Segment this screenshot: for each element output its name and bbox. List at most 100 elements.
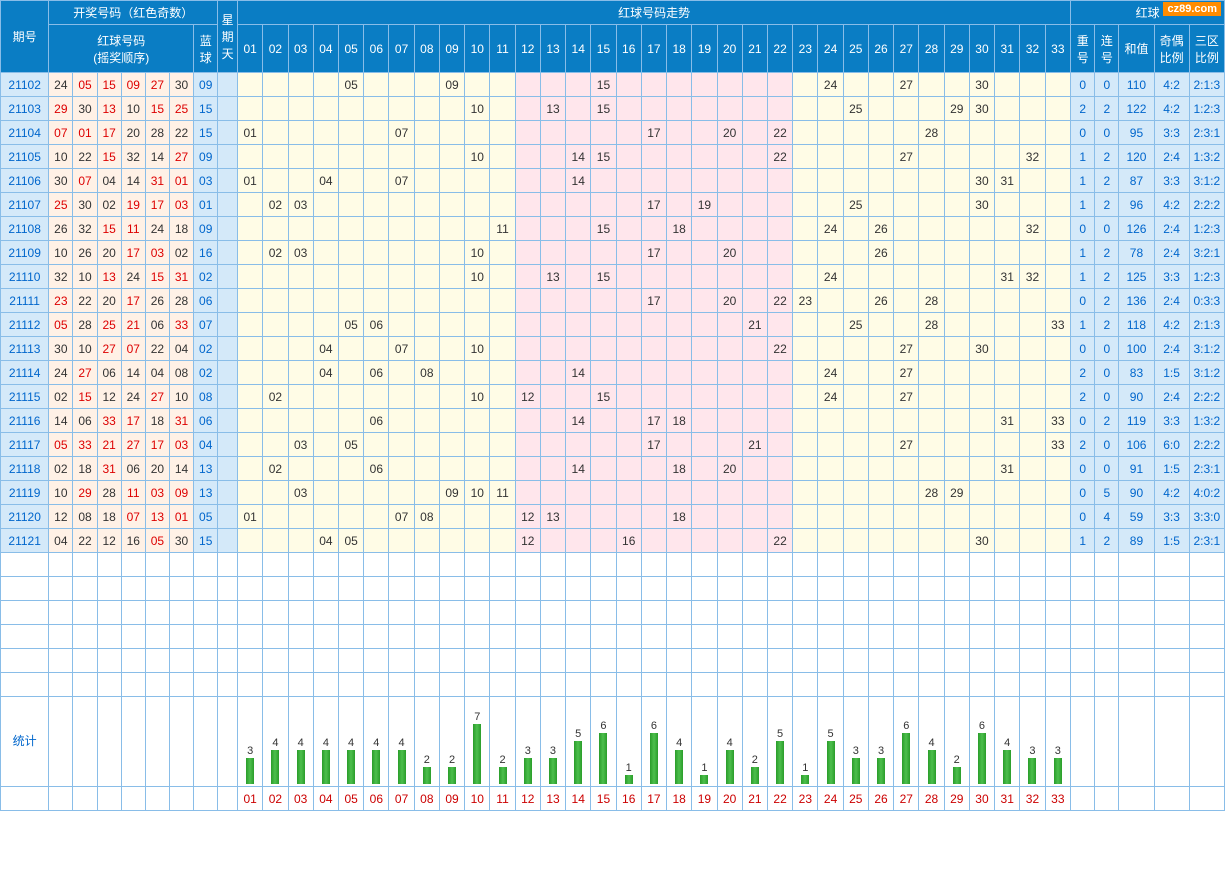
- stat-consec: 0: [1095, 337, 1119, 361]
- trend-cell: [288, 145, 313, 169]
- trend-cell: [591, 241, 616, 265]
- trend-cell: [717, 313, 742, 337]
- trend-cell: 14: [566, 361, 591, 385]
- empty-row: [1, 625, 1225, 649]
- red-ball-cell: 27: [169, 145, 193, 169]
- trend-cell: [313, 145, 338, 169]
- trend-cell: [313, 73, 338, 97]
- empty-cell: [515, 673, 540, 697]
- trend-cell: 04: [313, 169, 338, 193]
- empty-cell: [692, 673, 717, 697]
- empty-cell: [591, 601, 616, 625]
- bar: [347, 750, 355, 784]
- trend-cell: [868, 361, 893, 385]
- trend-cell: [339, 505, 364, 529]
- stats-empty: [73, 697, 97, 787]
- trend-cell: [894, 505, 919, 529]
- header-trend-33: 33: [1045, 25, 1071, 73]
- header-trend-20: 20: [717, 25, 742, 73]
- trend-cell: [641, 385, 666, 409]
- red-ball-cell: 10: [169, 385, 193, 409]
- trend-cell: [288, 121, 313, 145]
- header-stat-sum: 和值: [1119, 25, 1154, 73]
- bar-value-label: 3: [1055, 745, 1061, 757]
- bar: [1054, 758, 1062, 784]
- trend-cell: 18: [667, 409, 692, 433]
- header-trend-31: 31: [995, 25, 1020, 73]
- trend-cell: [818, 505, 843, 529]
- empty-cell: [540, 649, 565, 673]
- red-ball-cell: 04: [49, 529, 73, 553]
- empty-cell: [868, 601, 893, 625]
- trend-cell: [566, 241, 591, 265]
- empty-cell: [1045, 577, 1071, 601]
- blue-ball-cell: 02: [194, 337, 218, 361]
- header-trend-05: 05: [339, 25, 364, 73]
- stat-consec: 4: [1095, 505, 1119, 529]
- red-ball-cell: 17: [121, 409, 145, 433]
- trend-cell: [995, 481, 1020, 505]
- empty-cell: [49, 673, 73, 697]
- trend-cell: [490, 505, 515, 529]
- stats-bar-cell: 5: [818, 697, 843, 787]
- trend-cell: [919, 217, 944, 241]
- red-ball-cell: 01: [169, 505, 193, 529]
- stat-oe: 2:4: [1154, 217, 1189, 241]
- bar-value-label: 7: [474, 711, 480, 723]
- empty-cell: [616, 577, 641, 601]
- trend-cell: [717, 529, 742, 553]
- empty-cell: [121, 577, 145, 601]
- empty-cell: [1, 577, 49, 601]
- red-ball-cell: 27: [121, 433, 145, 457]
- trend-cell: [793, 73, 818, 97]
- trend-cell: [1020, 457, 1045, 481]
- trend-cell: 04: [313, 529, 338, 553]
- trend-cell: 15: [591, 217, 616, 241]
- trend-cell: [692, 241, 717, 265]
- empty-cell: [944, 601, 969, 625]
- footer-category: 30: [969, 787, 994, 811]
- trend-cell: [238, 217, 263, 241]
- trend-cell: [692, 409, 717, 433]
- empty-row: [1, 601, 1225, 625]
- trend-cell: [692, 289, 717, 313]
- stat-repeat: 1: [1071, 169, 1095, 193]
- empty-cell: [1095, 553, 1119, 577]
- trend-cell: [313, 433, 338, 457]
- trend-cell: [843, 457, 868, 481]
- red-ball-cell: 14: [49, 409, 73, 433]
- trend-cell: [868, 409, 893, 433]
- trend-cell: [944, 289, 969, 313]
- empty-cell: [616, 625, 641, 649]
- trend-cell: [717, 361, 742, 385]
- bar-value-label: 5: [575, 728, 581, 740]
- empty-cell: [145, 673, 169, 697]
- trend-cell: 05: [339, 73, 364, 97]
- trend-cell: [616, 145, 641, 169]
- trend-cell: [515, 313, 540, 337]
- trend-cell: [944, 241, 969, 265]
- empty-cell: [591, 673, 616, 697]
- header-trend-section: 红球号码走势: [238, 1, 1071, 25]
- trend-cell: [944, 217, 969, 241]
- trend-cell: [969, 121, 994, 145]
- trend-cell: [843, 289, 868, 313]
- red-ball-cell: 31: [169, 409, 193, 433]
- trend-cell: [742, 289, 767, 313]
- empty-cell: [439, 625, 464, 649]
- empty-cell: [919, 673, 944, 697]
- bar: [650, 733, 658, 784]
- empty-cell: [919, 649, 944, 673]
- empty-cell: [490, 553, 515, 577]
- bar: [726, 750, 734, 784]
- trend-cell: [692, 145, 717, 169]
- red-ball-cell: 09: [121, 73, 145, 97]
- header-trend-16: 16: [616, 25, 641, 73]
- period-cell: 21117: [1, 433, 49, 457]
- empty-cell: [339, 601, 364, 625]
- red-ball-cell: 10: [49, 481, 73, 505]
- trend-cell: [414, 193, 439, 217]
- empty-cell: [439, 649, 464, 673]
- trend-cell: 25: [843, 313, 868, 337]
- stat-consec: 2: [1095, 529, 1119, 553]
